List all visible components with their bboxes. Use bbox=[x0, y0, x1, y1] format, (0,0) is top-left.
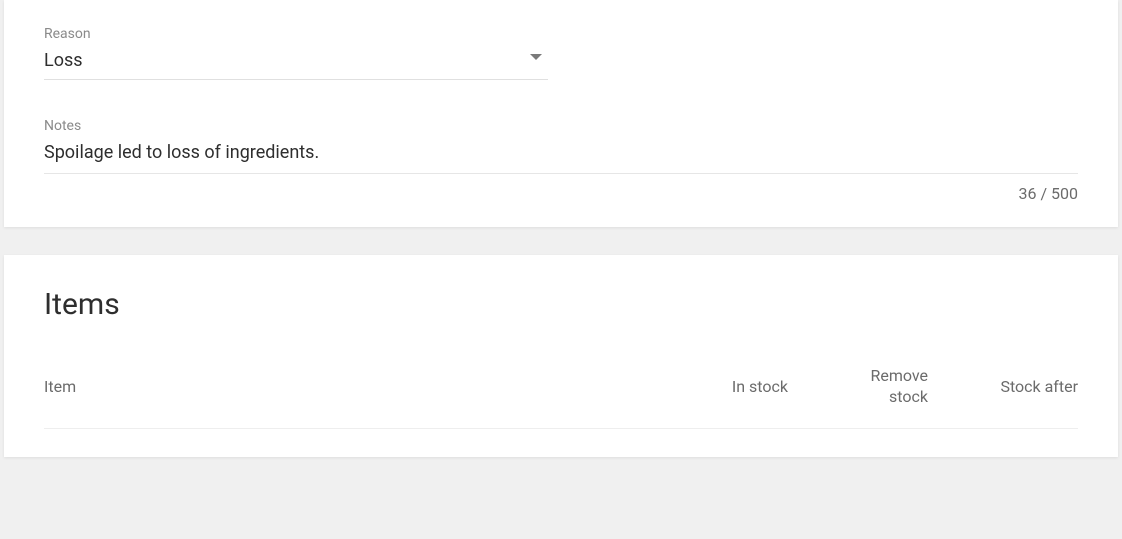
column-remove-stock: Remove stock bbox=[788, 366, 928, 408]
items-title: Items bbox=[44, 287, 1078, 322]
details-card: Reason Loss Notes Spoilage led to loss o… bbox=[4, 0, 1118, 227]
column-stock-after: Stock after bbox=[928, 377, 1078, 396]
reason-field-wrapper: Reason Loss bbox=[44, 26, 1078, 80]
items-card: Items Item In stock Remove stock Stock a… bbox=[4, 255, 1118, 457]
column-item: Item bbox=[44, 377, 648, 396]
column-in-stock: In stock bbox=[648, 377, 788, 396]
column-remove-stock-line2: stock bbox=[889, 387, 928, 406]
reason-label: Reason bbox=[44, 26, 1078, 42]
reason-select[interactable]: Loss bbox=[44, 50, 548, 80]
notes-field-wrapper: Notes Spoilage led to loss of ingredient… bbox=[44, 118, 1078, 203]
notes-input[interactable]: Spoilage led to loss of ingredients. bbox=[44, 142, 1078, 174]
column-remove-stock-line1: Remove bbox=[870, 366, 928, 385]
chevron-down-icon bbox=[530, 54, 542, 60]
notes-label: Notes bbox=[44, 118, 1078, 134]
reason-value: Loss bbox=[44, 50, 83, 71]
items-table-header: Item In stock Remove stock Stock after bbox=[44, 366, 1078, 429]
notes-value: Spoilage led to loss of ingredients. bbox=[44, 142, 1078, 163]
notes-char-counter: 36 / 500 bbox=[44, 184, 1078, 203]
